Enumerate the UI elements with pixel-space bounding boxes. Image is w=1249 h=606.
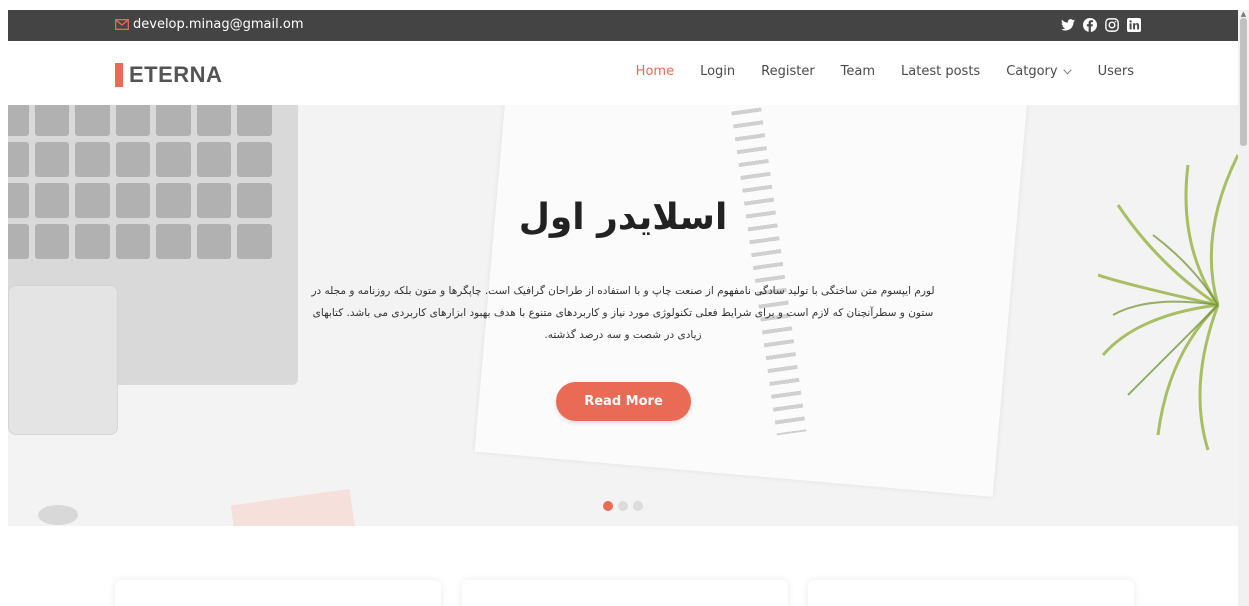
plant-image xyxy=(1098,154,1238,451)
email-text: develop.minag@gmail.om xyxy=(133,17,304,32)
slide-dot-3[interactable] xyxy=(633,501,643,511)
scroll-up-arrow-icon[interactable]: ▲ xyxy=(1240,10,1247,18)
logo-accent-bar xyxy=(115,63,123,87)
nav-item-team[interactable]: Team xyxy=(841,64,875,79)
nav-item-users[interactable]: Users xyxy=(1098,64,1134,79)
nav-item-category[interactable]: Catgory xyxy=(1006,64,1072,79)
brand-name: ETERNA xyxy=(129,62,223,87)
feature-card-1 xyxy=(115,580,441,606)
slide-title: اسلایدر اول xyxy=(518,197,728,238)
laptop-image xyxy=(8,105,298,435)
top-bar: develop.minag@gmail.om xyxy=(8,10,1238,41)
nav-item-home[interactable]: Home xyxy=(636,64,674,79)
feature-card-3 xyxy=(808,580,1134,606)
nav-item-latest-posts[interactable]: Latest posts xyxy=(901,64,980,79)
social-links xyxy=(1060,17,1142,33)
feature-card-2 xyxy=(462,580,788,606)
twitter-icon[interactable] xyxy=(1060,17,1076,33)
nav-item-register[interactable]: Register xyxy=(761,64,815,79)
scrollbar-thumb[interactable] xyxy=(1240,18,1247,146)
slide-dot-2[interactable] xyxy=(618,501,628,511)
linkedin-icon[interactable] xyxy=(1126,17,1142,33)
main-nav: Home Login Register Team Latest posts Ca… xyxy=(636,64,1134,79)
site-header: ETERNA Home Login Register Team Latest p… xyxy=(8,41,1238,105)
read-more-button[interactable]: Read More xyxy=(556,382,691,421)
slide-description: لورم ایپسوم متن ساختگی با تولید سادگی نا… xyxy=(311,285,935,341)
facebook-icon[interactable] xyxy=(1082,17,1098,33)
instagram-icon[interactable] xyxy=(1104,17,1120,33)
slide-dot-1[interactable] xyxy=(603,501,613,511)
nav-item-category-label: Catgory xyxy=(1006,64,1058,79)
brand-logo[interactable]: ETERNA xyxy=(115,62,222,88)
hero-slider: اسلایدر اول لورم ایپسوم متن ساختگی با تو… xyxy=(8,105,1238,526)
slider-indicators xyxy=(603,501,643,511)
nav-item-login[interactable]: Login xyxy=(700,64,735,79)
chevron-down-icon xyxy=(1062,68,1072,75)
contact-email[interactable]: develop.minag@gmail.om xyxy=(115,17,303,32)
envelope-icon xyxy=(115,19,129,30)
